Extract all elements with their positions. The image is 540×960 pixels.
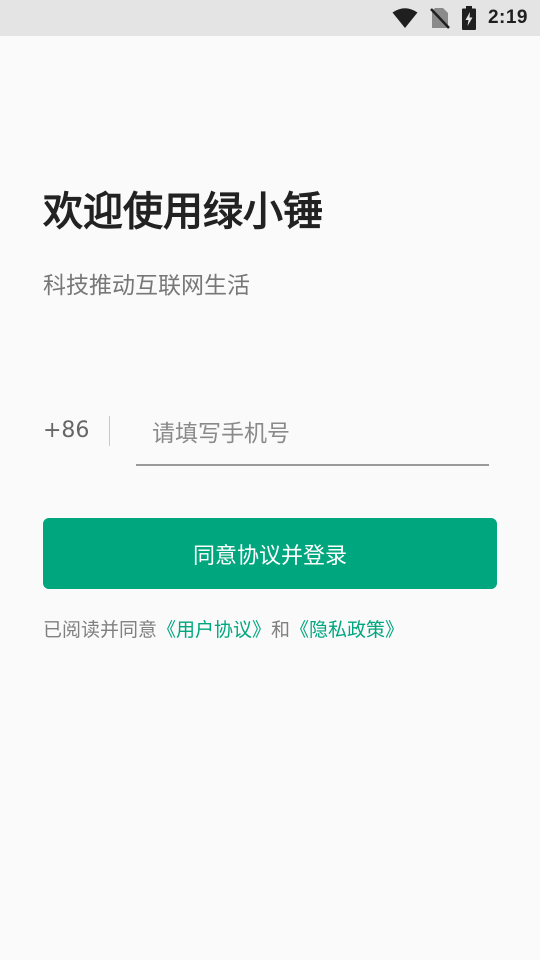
- battery-charging-icon: [461, 6, 476, 30]
- country-code-divider: [109, 416, 110, 446]
- agree-and-login-button[interactable]: 同意协议并登录: [43, 518, 497, 589]
- phone-number-input[interactable]: [136, 404, 489, 466]
- country-code-selector[interactable]: +86: [43, 416, 89, 446]
- welcome-title: 欢迎使用绿小锤: [43, 189, 323, 235]
- wifi-icon: [392, 7, 418, 29]
- user-agreement-link[interactable]: 《用户协议》: [157, 619, 271, 641]
- login-button-label: 同意协议并登录: [192, 543, 347, 569]
- agreement-conjunction: 和: [271, 619, 291, 641]
- status-time: 2:19: [487, 7, 528, 28]
- agreement-text: 已阅读并同意《用户协议》和《隐私政策》: [43, 616, 404, 644]
- no-sim-icon: [430, 7, 450, 29]
- agreement-prefix: 已阅读并同意: [43, 619, 158, 641]
- status-bar: 2:19: [0, 0, 540, 36]
- welcome-subtitle: 科技推动互联网生活: [43, 273, 250, 299]
- privacy-policy-link[interactable]: 《隐私政策》: [290, 619, 404, 641]
